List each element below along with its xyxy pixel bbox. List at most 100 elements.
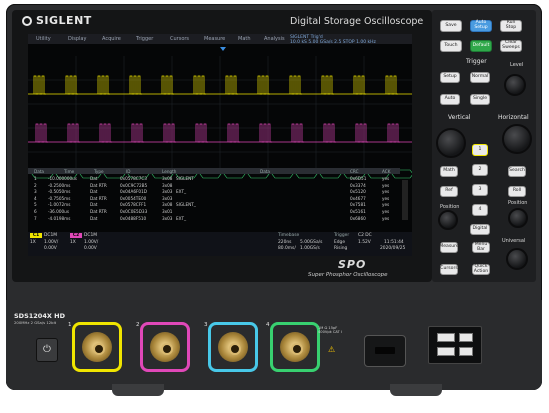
table-cell-id: 0x0C9C72B5 [120,182,148,188]
table-cell-ack: yes [382,202,390,208]
roll-button[interactable]: Roll [508,186,526,197]
search-button[interactable]: Search [508,166,526,177]
clear-sweeps-button[interactable]: Clear Sweeps [500,40,522,52]
table-cell-id: 0x04A6F01D [120,189,147,195]
digital-button[interactable]: Digital [470,224,490,235]
channel-1-button[interactable]: 1 [472,144,488,156]
table-cell-data: SIGLENT_ [176,202,196,208]
decode-table[interactable]: Data Time Type ID Length Data CRC ACK 1 -… [28,168,400,232]
table-cell-len: 3x03 [162,195,173,201]
ref-button[interactable]: Ref [440,186,458,197]
cursors-button[interactable]: Cursors [440,264,458,275]
table-cell-id: 0x0578C7C3 [120,176,147,181]
menu-cursors[interactable]: Cursors [170,36,189,42]
hdmi-port-icon[interactable] [364,335,406,367]
default-button[interactable]: Default [470,40,492,52]
menu-bar-button[interactable]: Menu Bar [472,242,490,253]
table-cell-crc: 0x5161 [350,209,366,214]
touch-button[interactable]: Touch [440,40,462,52]
ch2-tag[interactable]: C2 [70,233,82,238]
channel-3-input[interactable] [208,322,258,372]
universal-knob[interactable] [506,248,528,270]
table-cell-n: 6 [34,209,37,214]
right-foot [390,384,442,396]
table-cell-data: EXT_ [176,215,187,221]
trigger-setup-button[interactable]: Setup [440,72,460,83]
horizontal-position-knob[interactable] [508,208,528,228]
ch1-tag[interactable]: C1 [30,233,42,238]
display-screen[interactable]: Utility Display Acquire Trigger Cursors … [28,34,412,256]
trigger-level-knob[interactable] [504,74,526,96]
table-cell-time: -0.7505ms [48,195,71,201]
menu-acquire[interactable]: Acquire [102,36,121,42]
table-cell-ack: yes [382,176,390,181]
menu-bar: Utility Display Acquire Trigger Cursors … [28,34,412,45]
table-cell-time: -36.000us [48,209,69,214]
trigger-normal-button[interactable]: Normal [470,72,490,83]
table-cell-n: 1 [34,176,37,181]
table-row[interactable]: 4 -0.7505ms Dat RTR 0x0054TE00 3x03 0x4677 yes [28,196,400,202]
table-row[interactable]: 7 -4.0198ms Dat 0x0488F510 3x03 EXT_ 0x6860 yes [28,216,400,222]
power-button[interactable]: ⏻ [36,338,58,362]
run-stop-button[interactable]: Run Stop [500,20,522,32]
table-cell-time: -4.0198ms [48,215,71,221]
channel-1-input[interactable] [72,322,122,372]
quick-action-button[interactable]: Quick Action [472,264,490,275]
table-cell-time: -1.0072ms [48,202,71,208]
table-row[interactable]: 1 -10.000000us Dat 0x0578C7C3 3x08 SIGLENT 0x6… [28,176,400,182]
menu-analysis[interactable]: Analysis [264,36,285,42]
model-specs: 200MHz 2 GSa/s 12bit [14,320,57,325]
measure-button[interactable]: Measure [439,242,459,253]
channel-2-input[interactable] [140,322,190,372]
usb-port-icon[interactable] [428,326,482,364]
brand-logo: SIGLENT [22,14,102,28]
table-cell-ack: yes [382,182,390,188]
table-cell-type: Dat RTR [90,209,107,214]
clock-date: 2020/09/25 [380,246,406,251]
channel-4-button[interactable]: 4 [472,204,488,216]
menu-measure[interactable]: Measure [204,36,225,42]
channel-2-button[interactable]: 2 [472,164,488,176]
table-cell-ack: yes [382,209,390,214]
channel-3-number: 3 [204,322,208,328]
vertical-scale-knob[interactable] [436,128,466,158]
channel-1-number: 1 [68,322,72,328]
vertical-position-label: Position [440,204,460,210]
table-cell-id: 0x0578CFF1 [120,202,147,208]
menu-utility[interactable]: Utility [36,36,51,42]
trigger-single-button[interactable]: Single [470,94,490,105]
decode-table-scrollbar[interactable] [402,180,408,220]
table-row[interactable]: 6 -36.000us Dat RTR 0x0C0E5D33 3x01 0x5161 yes [28,209,400,215]
table-cell-data: SIGLENT [176,176,194,181]
level-label: Level [510,62,524,68]
table-cell-crc: 0x5120 [350,189,366,195]
table-cell-time: -0.5050ms [48,189,71,195]
spo-tagline: Super Phosphor Oscilloscope [308,272,388,278]
table-cell-len: 3x08 [162,176,173,181]
table-row[interactable]: 2 -0.2500ms Dat RTR 0x0C9C72B5 3x08 0x3374 yes [28,183,400,189]
channel-4-number: 4 [266,322,270,328]
menu-display[interactable]: Display [68,36,86,42]
trigger-section-title: Trigger [466,58,487,65]
table-row[interactable]: 3 -0.5050ms Dat 0x04A6F01D 3x03 EXT_ 0x5120 yes [28,189,400,195]
auto-setup-button[interactable]: Auto Setup [470,20,492,32]
channel-3-button[interactable]: 3 [472,184,488,196]
table-row[interactable]: 5 -1.0072ms Dat 0x0578CFF1 3x08 SIGLENT_ 0x758… [28,202,400,208]
horizontal-scale-knob[interactable] [502,124,532,154]
save-button[interactable]: Save [440,20,462,32]
warning-icon: ⚠ [328,345,336,354]
trigger-auto-button[interactable]: Auto [440,94,460,105]
channel-info-bar: C1 DC1M 1X 1.00V/ 0.00V C2 DC1M 1X 1.00V… [28,232,412,256]
table-cell-crc: 0x3374 [350,182,366,188]
channel-4-input[interactable] [270,322,320,372]
menu-trigger[interactable]: Trigger [136,36,153,42]
math-button[interactable]: Math [440,166,458,177]
horizontal-section-title: Horizontal [498,114,529,121]
universal-label: Universal [502,238,526,244]
trigger-label: Trigger [334,233,350,238]
menu-math[interactable]: Math [238,36,251,42]
status-readout: SIGLENT Trig'd 10.0 kS 5.00 GSa/s 2.5 ST… [290,35,376,45]
table-cell-ack: yes [382,189,390,195]
table-cell-len: 3x03 [162,215,173,221]
vertical-position-knob[interactable] [438,210,458,230]
